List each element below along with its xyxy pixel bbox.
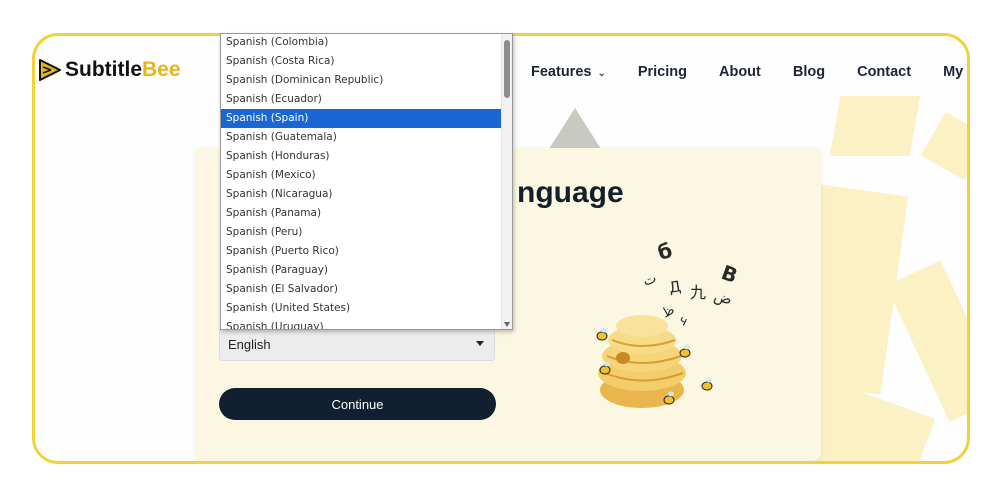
dropdown-scrollbar[interactable] <box>501 34 512 329</box>
nav-about[interactable]: About <box>719 64 761 80</box>
svg-text:九: 九 <box>690 283 706 302</box>
scrollbar-thumb[interactable] <box>504 40 510 98</box>
continue-button[interactable]: Continue <box>219 388 496 420</box>
svg-text:ч: ч <box>676 313 689 330</box>
dropdown-option[interactable]: Spanish (Mexico) <box>221 166 503 185</box>
dropdown-option[interactable]: Spanish (Puerto Rico) <box>221 242 503 261</box>
logo-text-bee: Bee <box>142 58 181 81</box>
nav-my-files[interactable]: My Files <box>943 64 967 80</box>
beehive-illustration: б В ت Д 九 ض ظ ч <box>596 238 741 408</box>
chevron-down-icon: ⌄ <box>597 68 606 79</box>
play-arrow-logo-icon <box>39 59 61 81</box>
svg-text:б: б <box>655 238 675 265</box>
svg-text:ض: ض <box>712 286 734 308</box>
svg-text:Д: Д <box>668 277 683 297</box>
language-dropdown-list[interactable]: Spanish (Colombia) Spanish (Costa Rica) Sp… <box>220 33 513 330</box>
logo-text: SubtitleBee <box>65 58 181 82</box>
dropdown-option[interactable]: Spanish (Panama) <box>221 204 503 223</box>
background-shape <box>920 111 967 181</box>
caret-down-icon <box>476 341 484 346</box>
background-shape <box>886 260 967 422</box>
svg-text:ظ: ظ <box>660 302 678 321</box>
card-title: nguage <box>517 176 624 209</box>
logo-text-subtitle: Subtitle <box>65 58 142 81</box>
svg-text:ت: ت <box>641 270 659 290</box>
dropdown-option[interactable]: Spanish (Colombia) <box>221 34 503 52</box>
scroll-down-arrow-icon[interactable] <box>504 322 510 327</box>
dropdown-option[interactable]: Spanish (El Salvador) <box>221 280 503 299</box>
dropdown-option[interactable]: Spanish (United States) <box>221 299 503 318</box>
dropdown-option[interactable]: Spanish (Paraguay) <box>221 261 503 280</box>
nav-contact[interactable]: Contact <box>857 64 911 80</box>
language-select[interactable]: English <box>219 327 495 361</box>
logo[interactable]: SubtitleBee <box>39 58 181 82</box>
dropdown-option[interactable]: Spanish (Peru) <box>221 223 503 242</box>
dropdown-option[interactable]: Spanish (Uruguay) <box>221 318 503 329</box>
dropdown-option[interactable]: Spanish (Honduras) <box>221 147 503 166</box>
dropdown-option[interactable]: Spanish (Ecuador) <box>221 90 503 109</box>
nav-features-label: Features <box>531 64 592 80</box>
svg-text:В: В <box>718 260 741 288</box>
dropdown-options: Spanish (Colombia) Spanish (Costa Rica) Sp… <box>221 34 503 329</box>
dropdown-option[interactable]: Spanish (Spain) <box>221 109 503 128</box>
nav-features[interactable]: Features ⌄ <box>531 64 606 80</box>
main-nav: Features ⌄ Pricing About Blog Contact My … <box>531 64 967 80</box>
dropdown-option[interactable]: Spanish (Nicaragua) <box>221 185 503 204</box>
language-select-value: English <box>228 337 271 352</box>
nav-blog[interactable]: Blog <box>793 64 825 80</box>
nav-pricing[interactable]: Pricing <box>638 64 687 80</box>
dropdown-option[interactable]: Spanish (Dominican Republic) <box>221 71 503 90</box>
dropdown-option[interactable]: Spanish (Guatemala) <box>221 128 503 147</box>
dropdown-option[interactable]: Spanish (Costa Rica) <box>221 52 503 71</box>
